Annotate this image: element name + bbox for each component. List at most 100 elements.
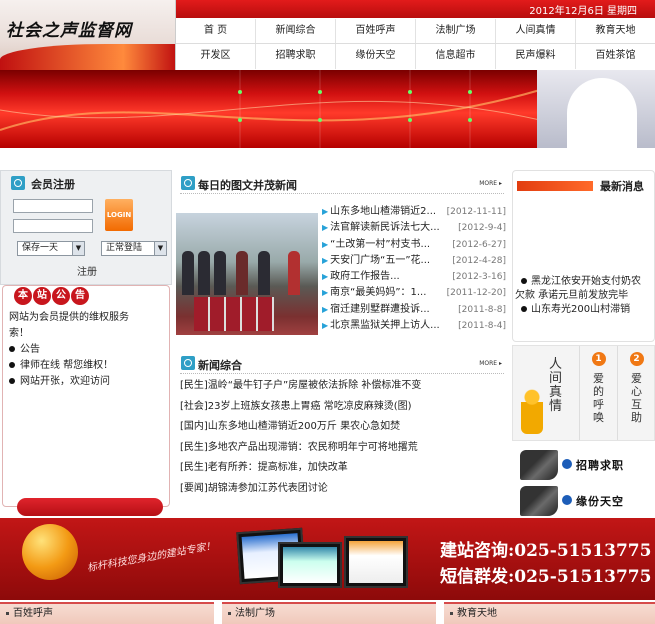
number-badge: 2 xyxy=(629,352,644,366)
date-text: 2012年12月6日 星期四 xyxy=(529,6,637,17)
photo-news-more-link[interactable]: MORE ▸ xyxy=(479,180,502,187)
arrow-right-icon xyxy=(562,459,572,469)
care-help-column[interactable]: 2 爱 心 互 助 xyxy=(617,346,655,440)
password-input[interactable] xyxy=(13,219,93,233)
photo-person xyxy=(258,251,270,295)
care-call-column[interactable]: 1 爱 的 呼 唤 xyxy=(579,346,617,440)
notice-list: 网站为会员提供的维权服务 索！ 公告 律师在线 帮您维权！ 网站开张，欢迎访问 xyxy=(9,310,167,390)
list-item[interactable]: ▶ 宿迁建别墅群遭投诉... [2011-8-8] xyxy=(322,302,506,318)
chevron-down-icon: ▼ xyxy=(154,242,166,255)
arrow-right-icon: ▶ xyxy=(322,223,329,233)
general-news-title: 新闻综合 xyxy=(198,359,242,372)
nav-item-news[interactable]: 新闻综合 xyxy=(255,19,335,43)
list-item[interactable]: [要闻]胡锦涛参加江苏代表团讨论 xyxy=(180,479,500,500)
photo-hawthorn-crates xyxy=(194,297,274,331)
list-item[interactable]: ▶ 北京黑监狱关押上访人... [2011-8-4] xyxy=(322,318,506,334)
ad-banner[interactable]: 标杆科技您身边的建站专家！ 建站咨询:025-51513775 短信群发:025… xyxy=(0,518,655,600)
member-title: 会员注册 xyxy=(31,178,75,191)
site-notice-box: 网站为会员提供的维权服务 索！ 公告 律师在线 帮您维权！ 网站开张，欢迎访问 … xyxy=(0,285,172,517)
list-item[interactable]: ▶ 法官解读新民诉法七大... [2012-9-4] xyxy=(322,220,506,236)
section-bar-education[interactable]: 教育天地 xyxy=(444,602,655,624)
bullet-icon xyxy=(9,346,15,352)
photo-person xyxy=(214,251,226,295)
ad-site-consult: 建站咨询:025-51513775 xyxy=(440,541,652,561)
dating-link-label: 缘份天空 xyxy=(576,495,624,508)
notice-item[interactable]: 网站开张，欢迎访问 xyxy=(9,374,167,390)
general-news-header: 新闻综合 MORE ▸ xyxy=(180,354,504,374)
notice-title: 本 站 公 告 xyxy=(14,287,89,307)
nav-item-law[interactable]: 法制广场 xyxy=(415,19,495,43)
list-item[interactable]: 山东寿光200山村滞销 xyxy=(515,303,653,317)
ad-slogan: 标杆科技您身边的建站专家！ xyxy=(86,540,217,575)
nav-item-devzone[interactable]: 开发区 xyxy=(176,44,255,69)
arrow-right-icon xyxy=(562,495,572,505)
list-item[interactable]: [民生]温岭“最牛钉子户”房屋被依法拆除 补偿标准不变 xyxy=(180,376,500,397)
list-item[interactable]: [社会]23岁上班族女孩患上胃癌 常吃凉皮麻辣烫(图) xyxy=(180,397,500,418)
logo-text: 社会之声监督网 xyxy=(6,21,132,41)
nav-item-jobs[interactable]: 招聘求职 xyxy=(255,44,335,69)
nav-item-market[interactable]: 信息超市 xyxy=(415,44,495,69)
latest-news-box: 最新消息 黑龙江依安开始支付奶农 欠款 承诺元旦前发放完毕 山东寿光200山村滞… xyxy=(512,170,655,342)
arrow-right-icon: ▶ xyxy=(322,304,329,314)
login-mode-select[interactable]: 正常登陆 ▼ xyxy=(101,241,167,256)
latest-news-title: 最新消息 xyxy=(600,180,644,193)
nav-item-tips[interactable]: 民声爆料 xyxy=(495,44,575,69)
care-main-column[interactable]: 人 间 真 情 xyxy=(513,346,579,440)
list-item[interactable]: [民生]多地农产品出现滞销：农民称明年宁可将地撂荒 xyxy=(180,438,500,459)
login-mode-value: 正常登陆 xyxy=(106,243,143,253)
list-item[interactable]: ▶ 山东多地山楂滞销近2... [2012-11-11] xyxy=(322,204,506,220)
username-input[interactable] xyxy=(13,199,93,213)
general-news-more-link[interactable]: MORE ▸ xyxy=(479,360,502,367)
nav-item-teahouse[interactable]: 百姓茶馆 xyxy=(575,44,655,69)
nav-item-home[interactable]: 首 页 xyxy=(176,19,255,43)
register-link[interactable]: 注册 xyxy=(1,263,173,278)
jobs-link[interactable]: 招聘求职 xyxy=(512,448,655,484)
notice-item[interactable]: 公告 xyxy=(9,342,167,358)
notice-item[interactable]: 律师在线 帮您维权！ xyxy=(9,358,167,374)
section-bar-voices[interactable]: 百姓呼声 xyxy=(0,602,214,624)
list-item[interactable]: [民生]老有所养：提高标准，加快改革 xyxy=(180,458,500,479)
photo-news-header: 每日的图文并茂新闻 MORE ▸ xyxy=(180,174,504,194)
search-icon xyxy=(11,176,25,190)
list-item[interactable]: 欠款 承诺元旦前发放完毕 xyxy=(515,289,653,303)
list-item[interactable]: ▶ 天安门广场“五一”花... [2012-4-28] xyxy=(322,253,506,269)
latest-news-accent-bar xyxy=(517,181,593,191)
section-bar-law[interactable]: 法制广场 xyxy=(222,602,436,624)
dating-link[interactable]: 缘份天空 xyxy=(512,484,655,520)
news-photo[interactable] xyxy=(176,213,318,335)
arrow-right-icon: ▶ xyxy=(322,255,329,265)
nav-item-warmth[interactable]: 人间真情 xyxy=(495,19,575,43)
site-header: 社会之声监督网 2012年12月6日 星期四 首 页 新闻综合 百姓呼声 法制广… xyxy=(0,0,655,70)
bottom-section-bars: 百姓呼声 法制广场 教育天地 xyxy=(0,602,655,624)
bullet-icon xyxy=(9,378,15,384)
list-item[interactable]: ▶ 政府工作报告... [2012-3-16] xyxy=(322,269,506,285)
save-duration-select[interactable]: 保存一天 ▼ xyxy=(17,241,85,256)
page-root: 社会之声监督网 2012年12月6日 星期四 首 页 新闻综合 百姓呼声 法制广… xyxy=(0,0,655,624)
jobs-link-label: 招聘求职 xyxy=(576,459,624,472)
arrow-right-icon: ▶ xyxy=(322,239,329,249)
list-item[interactable]: ▶ 南京“最美妈妈”：1... [2011-12-20] xyxy=(322,285,506,301)
arrow-right-icon: ▶ xyxy=(322,207,329,216)
notice-item[interactable]: 索！ xyxy=(9,326,167,342)
list-item[interactable]: 黑龙江依安开始支付奶农 xyxy=(515,275,653,289)
notice-item[interactable]: 网站为会员提供的维权服务 xyxy=(9,310,167,326)
list-item[interactable]: [国内]山东多地山楂滞销近200万斤 果农心急如焚 xyxy=(180,417,500,438)
arrow-right-icon: ▶ xyxy=(322,272,329,282)
list-item[interactable]: ▶ “土改第一村”村支书... [2012-6-27] xyxy=(322,237,506,253)
nav-item-dating[interactable]: 缘份天空 xyxy=(335,44,415,69)
photo-person xyxy=(288,251,300,295)
site-logo[interactable]: 社会之声监督网 xyxy=(0,0,176,70)
login-button[interactable]: LOGIN xyxy=(105,199,133,231)
nav-item-voices[interactable]: 百姓呼声 xyxy=(335,19,415,43)
general-news-list: [民生]温岭“最牛钉子户”房屋被依法拆除 补偿标准不变 [社会]23岁上班族女孩… xyxy=(180,376,500,500)
photo-news-title: 每日的图文并茂新闻 xyxy=(198,179,297,192)
notice-footer-bar xyxy=(17,498,163,516)
nav-item-education[interactable]: 教育天地 xyxy=(575,19,655,43)
photo-news-list: ▶ 山东多地山楂滞销近2... [2012-11-11] ▶ 法官解读新民诉法七大..… xyxy=(322,204,506,334)
date-bar: 2012年12月6日 星期四 xyxy=(176,0,655,18)
puzzle-icon xyxy=(520,486,558,516)
website-screenshot xyxy=(278,542,342,588)
bullet-icon xyxy=(521,278,527,284)
arrow-right-icon: ▶ xyxy=(322,288,329,298)
save-duration-value: 保存一天 xyxy=(22,243,59,253)
